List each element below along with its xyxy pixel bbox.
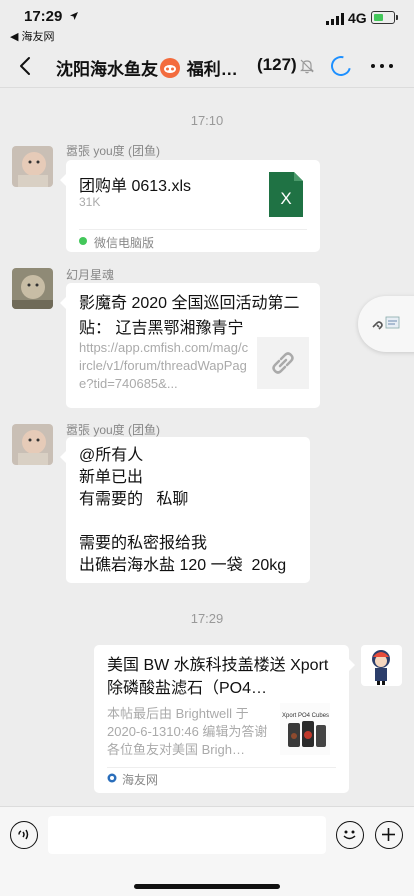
signal-icon <box>326 13 344 25</box>
fish-emoji-icon <box>160 58 180 78</box>
status-time: 17:29 <box>24 8 63 25</box>
input-bar <box>0 806 414 896</box>
article-title: 美国 BW 水族科技盖楼送 Xport 除磷酸盐滤石（PO4… <box>107 657 329 697</box>
article-thumbnail: Xport PO4 Cubes <box>280 703 330 755</box>
battery-icon <box>371 11 395 24</box>
back-to-app-link[interactable]: ◀ 海友网 <box>10 28 55 44</box>
home-indicator <box>134 884 280 889</box>
back-arrow-icon[interactable] <box>14 54 38 78</box>
link-message-card[interactable]: 影魔奇 2020 全国巡回活动第二贴： 辽吉黑鄂湘豫青宁 https://app… <box>60 283 320 408</box>
chat-timestamp: 17:29 <box>190 611 224 626</box>
link-url: https://app.cmfish.com/mag/circle/v1/for… <box>79 340 249 391</box>
svg-text:X: X <box>280 189 291 208</box>
file-name: 团购单 0613.xls <box>79 178 192 195</box>
battery-cap <box>396 15 398 20</box>
product-image-icon <box>288 721 326 747</box>
floating-window-button[interactable] <box>358 296 414 352</box>
link-thumbnail <box>257 337 309 389</box>
message-text: @所有人 新单已出 有需要的 私聊 需要的私密报给我 出礁岩海水盐 120 一袋… <box>79 447 287 574</box>
member-count: (127) <box>257 55 297 74</box>
haiyou-logo-icon <box>107 773 117 783</box>
status-bar: 17:29 ◀ 海友网 4G <box>0 0 414 46</box>
text-message-bubble[interactable]: @所有人 新单已出 有需要的 私聊 需要的私密报给我 出礁岩海水盐 120 一袋… <box>60 437 310 583</box>
link-title: 影魔奇 2020 全国巡回活动第二贴： 辽吉黑鄂湘豫青宁 <box>79 295 300 337</box>
sender-name: 幻月星魂 <box>66 268 115 282</box>
link-chain-icon <box>272 352 294 374</box>
mute-bell-icon <box>300 59 314 74</box>
emoji-icon[interactable] <box>336 821 364 849</box>
pc-wechat-icon <box>79 237 87 245</box>
sender-name: 嚣張 you度 (团鱼) <box>66 144 161 158</box>
floating-link-icon <box>372 316 400 330</box>
article-source: 海友网 <box>122 773 159 787</box>
file-size: 31K <box>79 195 101 209</box>
chat-title-prefix: 沈阳海水鱼友 <box>56 60 158 79</box>
article-message-card[interactable]: 美国 BW 水族科技盖楼送 Xport 除磷酸盐滤石（PO4… 本帖最后由 Br… <box>94 645 355 793</box>
sync-circle-icon[interactable] <box>327 52 355 80</box>
location-arrow-icon <box>70 12 78 20</box>
article-description: 本帖最后由 Brightwell 于 2020-6-1310:46 编辑为答谢各… <box>107 706 268 757</box>
excel-file-icon: X <box>269 172 303 217</box>
voice-input-icon[interactable] <box>10 821 38 849</box>
avatar[interactable] <box>361 645 402 686</box>
more-options-icon[interactable] <box>371 58 393 74</box>
message-source: 微信电脑版 <box>94 236 155 250</box>
plus-icon[interactable] <box>375 821 403 849</box>
sender-name: 嚣張 you度 (团鱼) <box>66 423 161 437</box>
network-type: 4G <box>348 10 367 26</box>
chat-header: 沈阳海水鱼友 福利… (127) <box>0 46 414 88</box>
chat-timestamp: 17:10 <box>190 113 224 128</box>
chat-title[interactable]: 沈阳海水鱼友 福利… <box>56 55 238 80</box>
file-message-card[interactable]: 团购单 0613.xls 31K X 微信电脑版 <box>60 160 320 252</box>
avatar[interactable] <box>12 424 53 465</box>
message-input[interactable] <box>48 816 326 854</box>
avatar[interactable] <box>12 268 53 309</box>
chat-title-suffix: 福利… <box>186 60 238 79</box>
avatar[interactable] <box>12 146 53 187</box>
